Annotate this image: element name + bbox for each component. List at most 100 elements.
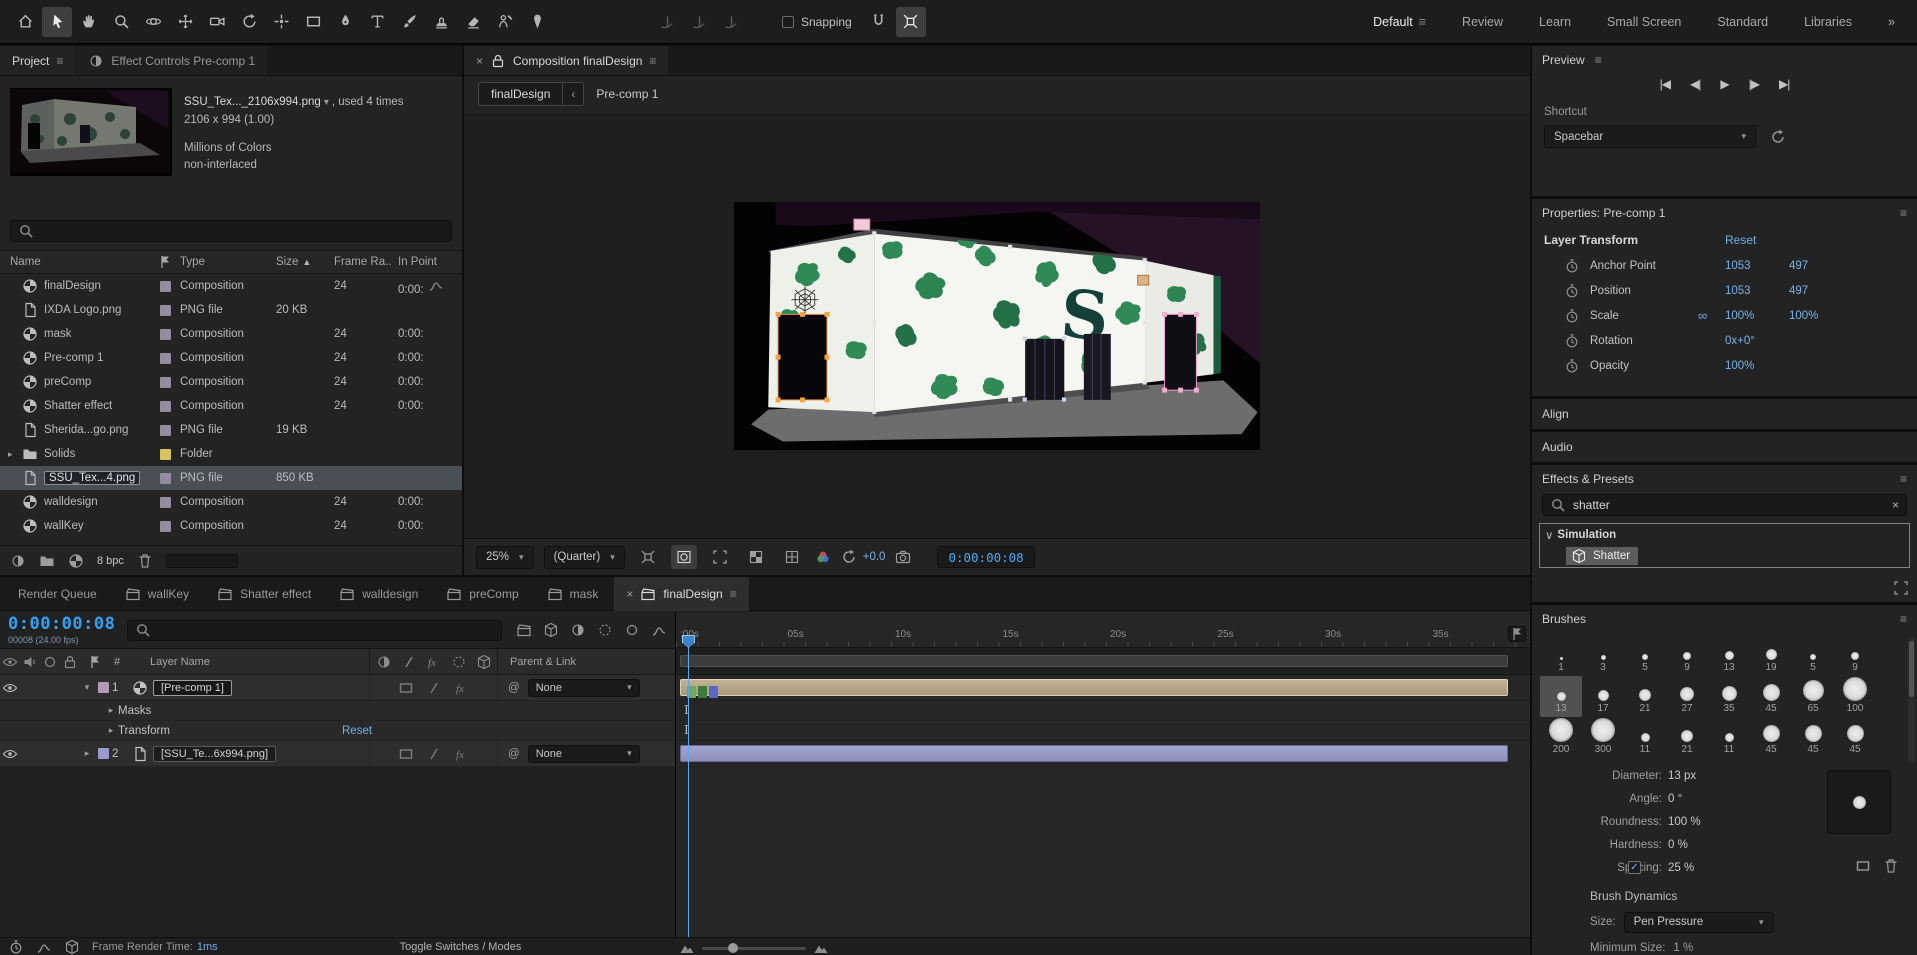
tool-puppet-pin-tool[interactable] — [522, 7, 552, 37]
brush-17[interactable]: 17 — [1582, 676, 1624, 717]
layer-name[interactable]: [SSU_Te...6x994.png] — [153, 746, 276, 762]
tool-home[interactable] — [10, 7, 40, 37]
size-dynamics-select[interactable]: Pen Pressure ▾ — [1624, 912, 1774, 933]
stopwatch-icon[interactable] — [1564, 333, 1580, 349]
time-ruler[interactable]: :00s 05s 10s 15s 20s 25s 30s 35s — [676, 612, 1530, 648]
brush-21[interactable]: 21 — [1624, 676, 1666, 717]
column-layer-name[interactable]: Layer Name — [136, 656, 369, 668]
project-search-input[interactable] — [10, 220, 452, 242]
delete-brush-icon[interactable] — [1883, 858, 1899, 874]
brush-27[interactable]: 27 — [1666, 676, 1708, 717]
item-name[interactable]: IXDA Logo.png — [44, 304, 121, 316]
label-column-icon[interactable] — [87, 654, 103, 670]
item-name[interactable]: Pre-comp 1 — [44, 352, 103, 364]
composition-viewport[interactable]: S — [464, 113, 1530, 538]
expand-collapse-icon[interactable]: ▾ — [80, 682, 94, 693]
new-animation-preset-icon[interactable] — [1893, 580, 1909, 596]
parent-select[interactable]: None ▾ — [528, 679, 640, 697]
delete-icon[interactable] — [137, 553, 153, 569]
item-name[interactable]: Sherida...go.png — [44, 424, 128, 436]
color-management-icon[interactable] — [815, 549, 831, 565]
eye-icon[interactable] — [2, 746, 18, 762]
label-chip[interactable] — [160, 377, 171, 388]
audio-column-icon[interactable] — [22, 654, 38, 670]
reset-link[interactable]: Reset — [342, 725, 372, 737]
brush-13[interactable]: 13 — [1708, 635, 1750, 676]
expand-collapse-icon[interactable]: ▸ — [104, 705, 118, 716]
new-composition-icon[interactable] — [68, 553, 84, 569]
brush-1[interactable]: 1 — [1540, 635, 1582, 676]
panel-menu-icon[interactable]: ≡ — [56, 54, 63, 68]
properties-header[interactable]: Properties: Pre-comp 1 ≡ — [1532, 199, 1917, 227]
param-value[interactable]: 25 % — [1668, 862, 1694, 874]
audio-cell[interactable] — [20, 680, 40, 696]
timeline-tab-shatter-effect[interactable]: Shatter effect — [205, 577, 323, 611]
item-name[interactable]: Solids — [44, 448, 75, 460]
timeline-tab-render-queue[interactable]: Render Queue — [6, 577, 109, 611]
effects-category-simulation[interactable]: ∨ Simulation — [1540, 524, 1909, 545]
graph-editor-icon[interactable] — [651, 622, 667, 638]
panel-menu-icon[interactable]: ≡ — [1900, 612, 1907, 626]
item-name[interactable]: walldesign — [44, 496, 98, 508]
zoom-slider-track[interactable] — [702, 947, 806, 950]
label-chip[interactable] — [160, 425, 171, 436]
transport-previous-frame[interactable]: ◀| — [1690, 77, 1700, 91]
current-timecode[interactable]: 0:00:00:08 — [8, 616, 115, 633]
column-parent-link[interactable]: Parent & Link — [497, 649, 675, 674]
interpret-footage-icon[interactable] — [10, 553, 26, 569]
brush-45[interactable]: 45 — [1834, 717, 1876, 758]
close-icon[interactable]: × — [476, 54, 483, 68]
tool-selection-tool[interactable] — [42, 7, 72, 37]
motion-blur-icon[interactable] — [624, 622, 640, 638]
exposure-control[interactable]: +0.0 — [841, 549, 886, 565]
column-type[interactable]: Type — [180, 256, 205, 268]
view-option-transparency-grid[interactable] — [743, 545, 769, 569]
audio-header[interactable]: Audio — [1532, 432, 1917, 462]
label-chip[interactable] — [160, 305, 171, 316]
layer-switches[interactable] — [369, 741, 497, 766]
quality-switch-icon[interactable] — [426, 746, 442, 762]
chevron-left-icon[interactable]: ‹ — [562, 83, 583, 105]
layer-row-1[interactable]: ▸ Masks — [0, 701, 675, 721]
transport-next-frame[interactable]: |▶ — [1749, 77, 1759, 91]
item-name[interactable]: preComp — [44, 376, 91, 388]
layer-switches[interactable] — [369, 675, 497, 700]
exposure-value[interactable]: +0.0 — [863, 551, 886, 563]
timeline-tab-mask[interactable]: mask — [535, 577, 611, 611]
hide-shy-icon[interactable] — [570, 622, 586, 638]
brush-300[interactable]: 300 — [1582, 717, 1624, 758]
property-value-1[interactable]: 0x+0° — [1725, 335, 1755, 347]
brush-35[interactable]: 35 — [1708, 676, 1750, 717]
reset-shortcut-icon[interactable] — [1770, 129, 1786, 145]
fx-switch-icon[interactable] — [454, 680, 470, 696]
column-number[interactable]: # — [110, 656, 136, 668]
zoom-slider-knob[interactable] — [728, 943, 738, 953]
workspace-review[interactable]: Review — [1462, 15, 1503, 29]
timeline-tab-precomp[interactable]: preComp — [434, 577, 530, 611]
column-switches[interactable] — [369, 649, 497, 674]
brush-200[interactable]: 200 — [1540, 717, 1582, 758]
mini-flowchart-icon[interactable] — [516, 622, 532, 638]
comp-marker-bin[interactable] — [1508, 626, 1526, 642]
workspace-standard[interactable]: Standard — [1717, 15, 1768, 29]
view-option-mask-visibility[interactable] — [671, 545, 697, 569]
tab-composition-finaldesign[interactable]: × Composition finalDesign ≡ — [464, 46, 668, 75]
workspaces-overflow[interactable]: » — [1888, 15, 1895, 29]
brush-45[interactable]: 45 — [1750, 676, 1792, 717]
workspace-menu-icon[interactable]: ≡ — [1419, 15, 1426, 29]
effects-header[interactable]: Effects & Presets ≡ — [1532, 465, 1917, 493]
label-chip[interactable] — [98, 748, 109, 759]
collapse-icon[interactable]: ∨ — [1545, 528, 1553, 542]
timeline-tab-finaldesign[interactable]: × finalDesign ≡ — [614, 577, 748, 611]
workspace-default[interactable]: Default ≡ — [1373, 15, 1426, 29]
property-group-label[interactable]: Masks — [118, 705, 151, 717]
property-value-2[interactable]: 100% — [1789, 310, 1818, 322]
property-value-1[interactable]: 1053 — [1725, 285, 1751, 297]
bit-depth-button[interactable]: 8 bpc — [97, 555, 124, 567]
tab-project[interactable]: Project ≡ — [0, 46, 75, 75]
new-folder-icon[interactable] — [39, 553, 55, 569]
timeline-search-input[interactable] — [127, 620, 502, 641]
tool-pan-camera-tool[interactable] — [170, 7, 200, 37]
lock-cell[interactable] — [60, 680, 80, 696]
solo-cell[interactable] — [40, 746, 60, 762]
